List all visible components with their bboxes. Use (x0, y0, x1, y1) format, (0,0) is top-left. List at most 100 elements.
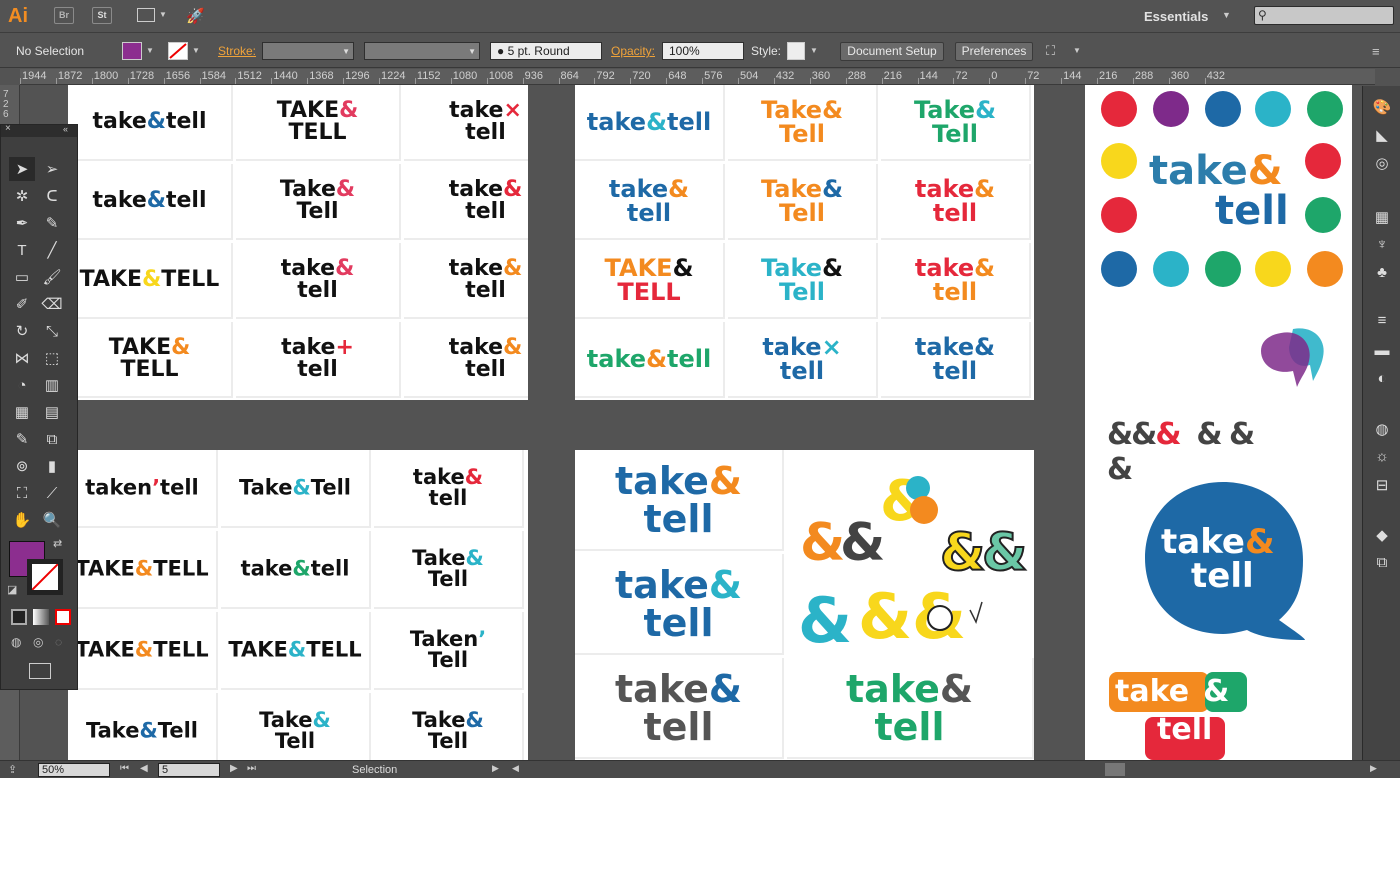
logo-cell[interactable]: TAKE&TELL (68, 322, 233, 398)
logo-cell[interactable]: take&tell (787, 658, 1034, 759)
artboard-tool-icon[interactable]: ⛶ (9, 481, 35, 505)
stock-button[interactable]: St (92, 7, 112, 24)
stroke-swatch[interactable] (168, 42, 188, 60)
chevron-down-icon[interactable]: ▼ (159, 10, 167, 19)
logo-cell[interactable]: Take&Tell (374, 693, 524, 760)
eyedropper-tool-icon[interactable]: ✎ (9, 427, 35, 451)
logo-cell[interactable]: take&tell (575, 85, 725, 161)
gradient-icon[interactable]: ▬ (1371, 342, 1393, 364)
logo-cell[interactable]: Take&Tell (728, 85, 878, 161)
navigator-icon[interactable]: ◎ (1371, 154, 1393, 176)
shaper-tool-icon[interactable]: ✐ (9, 292, 35, 316)
logo-cell[interactable]: TAKE&TELL (236, 85, 401, 161)
draw-behind-icon[interactable]: ◎ (33, 635, 43, 649)
symbol-sprayer-tool-icon[interactable]: ⊚ (9, 454, 35, 478)
draw-normal-icon[interactable]: ◍ (11, 635, 21, 649)
hand-tool-icon[interactable]: ✋ (9, 508, 35, 532)
logo-cell[interactable]: TAKE&TELL (221, 612, 371, 690)
graphic-style-swatch[interactable] (787, 42, 805, 60)
artboard-number-field[interactable]: 5 (158, 763, 220, 777)
variable-width-dropdown[interactable]: ▼ (364, 42, 480, 60)
logo-cell[interactable]: take&tell (374, 450, 524, 528)
eraser-tool-icon[interactable]: ⌫ (39, 292, 65, 316)
first-artboard-icon[interactable]: ⏮ (120, 763, 129, 774)
logo-cell[interactable]: take&tell (404, 322, 528, 398)
graphic-styles-icon[interactable]: ☼ (1371, 448, 1393, 470)
symbols-icon[interactable]: ♣ (1371, 264, 1393, 286)
horizontal-scroll-thumb[interactable] (1105, 763, 1125, 776)
artboard-top-left[interactable]: take&tell TAKE& TELL take× tell take&tell Take… (68, 85, 528, 400)
gradient-tool-icon[interactable]: ▤ (39, 400, 65, 424)
scale-tool-icon[interactable]: ⤡ (39, 319, 65, 343)
none-mode-button[interactable] (55, 609, 71, 625)
blend-tool-icon[interactable]: ⧉ (39, 427, 65, 451)
screen-mode-button[interactable] (29, 663, 51, 679)
layers-icon[interactable]: ◆ (1371, 526, 1393, 548)
logo-cell[interactable]: Take&Tell (68, 693, 218, 760)
logo-cell[interactable]: take&tell (881, 322, 1031, 398)
chevron-down-icon[interactable]: ▼ (1222, 10, 1231, 20)
transparency-icon[interactable]: ◐ (1371, 370, 1393, 392)
panel-menu-icon[interactable]: ≡ (1372, 44, 1380, 59)
gradient-mode-button[interactable] (33, 609, 49, 625)
direct-selection-tool-icon[interactable]: ➢ (39, 157, 65, 181)
share-icon[interactable]: ⇪ (8, 763, 17, 776)
asset-export-icon[interactable]: ⧉ (1371, 554, 1393, 576)
logo-cell[interactable]: TAKE&TELL (575, 243, 725, 319)
rotate-tool-icon[interactable]: ↻ (9, 319, 35, 343)
zoom-tool-icon[interactable]: 🔍 (39, 508, 65, 532)
close-icon[interactable]: × (5, 123, 11, 134)
logo-cell[interactable]: take× tell (728, 322, 878, 398)
lasso-tool-icon[interactable]: ᑕ (39, 184, 65, 208)
column-graph-tool-icon[interactable]: ▮ (39, 454, 65, 478)
gpu-performance-icon[interactable]: 🚀 (186, 7, 205, 25)
collapse-icon[interactable]: « (63, 124, 68, 134)
stroke-color-swatch[interactable] (27, 559, 63, 595)
align-icon[interactable]: ⛶ (1046, 43, 1055, 59)
curvature-tool-icon[interactable]: ✎ (39, 211, 65, 235)
shape-builder-tool-icon[interactable]: ◔ (9, 373, 35, 397)
logo-cell[interactable]: take&tell (404, 164, 528, 240)
chart-tool-icon[interactable]: ▥ (39, 373, 65, 397)
bridge-button[interactable]: Br (54, 7, 74, 24)
logo-cell[interactable]: take&tell (575, 658, 784, 759)
logo-cell[interactable]: Take&Tell (236, 164, 401, 240)
brush-definition-dropdown[interactable]: ● 5 pt. Round (490, 42, 602, 60)
logo-cell[interactable]: Take&Tell (728, 243, 878, 319)
artboard-bottom-left[interactable]: taken’tell Take&Tell take& tell TAKE&TELL tak… (68, 450, 528, 760)
scroll-left-icon[interactable]: ◀ (512, 763, 519, 774)
next-artboard-icon[interactable]: ▶ (230, 763, 238, 774)
logo-cell[interactable]: Take&Tell (728, 164, 878, 240)
opacity-field[interactable]: 100% (662, 42, 744, 60)
document-setup-button[interactable]: Document Setup (840, 42, 944, 61)
opacity-label[interactable]: Opacity: (611, 44, 655, 58)
appearance-icon[interactable]: ◍ (1371, 420, 1393, 442)
libraries-icon[interactable]: ◣ (1371, 126, 1393, 148)
logo-cell[interactable]: Take&Tell (374, 531, 524, 609)
search-input[interactable]: ⚲ (1254, 6, 1394, 25)
logo-cell[interactable]: Taken’ Tell (374, 612, 524, 690)
rectangle-tool-icon[interactable]: ▭ (9, 265, 35, 289)
previous-artboard-icon[interactable]: ◀ (140, 763, 148, 774)
type-tool-icon[interactable]: T (9, 238, 35, 262)
document-canvas[interactable]: take&tell TAKE& TELL take× tell take&tell Take… (20, 85, 1355, 760)
logo-cell[interactable]: take&tell (221, 531, 371, 609)
free-transform-tool-icon[interactable]: ⬚ (39, 346, 65, 370)
fill-swatch[interactable] (122, 42, 142, 60)
chevron-down-icon[interactable]: ▼ (192, 46, 200, 55)
pen-tool-icon[interactable]: ✒ (9, 211, 35, 235)
slice-tool-icon[interactable]: ⟋ (39, 481, 65, 505)
paintbrush-tool-icon[interactable]: 🖌 (39, 265, 65, 289)
brushes-icon[interactable]: ♆ (1371, 236, 1393, 258)
logo-cell[interactable]: take&tell (575, 164, 725, 240)
stroke-label[interactable]: Stroke: (218, 44, 256, 58)
logo-cell[interactable]: take&tell (575, 450, 784, 551)
arrange-documents-icon[interactable] (137, 8, 155, 22)
logo-cell[interactable]: TAKE&TELL (68, 243, 233, 319)
logo-cell[interactable]: Take&Tell (881, 85, 1031, 161)
default-colors-icon[interactable]: ◪ (7, 583, 17, 596)
width-tool-icon[interactable]: ⋈ (9, 346, 35, 370)
logo-cell[interactable]: Take&Tell (221, 693, 371, 760)
last-artboard-icon[interactable]: ⏭ (247, 763, 256, 774)
logo-cell[interactable]: TAKE&TELL (68, 612, 218, 690)
